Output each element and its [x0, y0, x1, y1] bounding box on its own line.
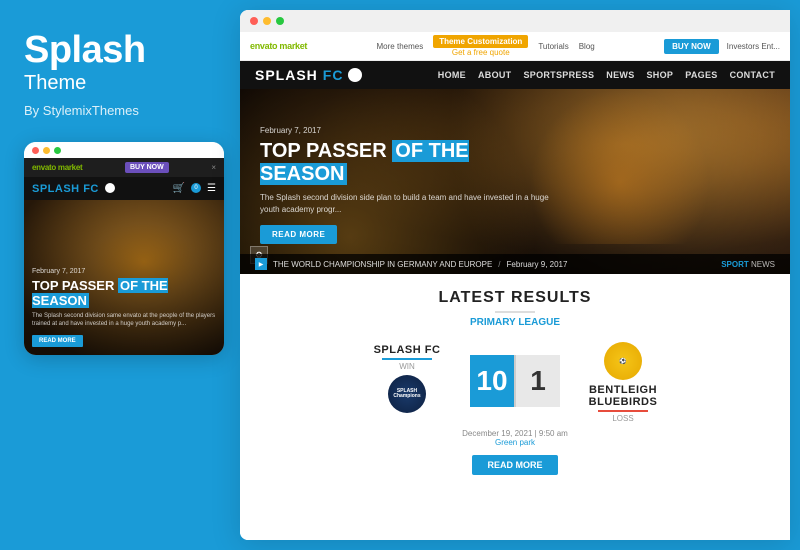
mobile-mockup: envato market BUY NOW × SPLASH FC 🛒 0 ☰ …: [24, 142, 224, 355]
desktop-logo: SPLASH FC: [255, 67, 362, 83]
score-box: 10 1: [470, 355, 560, 407]
results-read-more-button[interactable]: READ MORE: [472, 455, 557, 475]
hero-bottom-date: February 9, 2017: [507, 260, 568, 269]
desktop-hero: February 7, 2017 TOP PASSER OF THE SEASO…: [240, 89, 790, 274]
hero-read-more-button[interactable]: READ MORE: [260, 225, 337, 244]
latest-results-divider: [495, 311, 535, 313]
mobile-cart-icon[interactable]: 🛒: [173, 183, 185, 194]
team-left-logo: SPLASHChampions: [388, 375, 426, 413]
theme-customization-button[interactable]: Theme Customization: [433, 35, 528, 48]
team-left-name: SPLASH FC: [374, 344, 441, 356]
team-right-logo: ⚽: [604, 342, 642, 380]
team-left: SPLASH FC WIN SPLASHChampions: [352, 344, 462, 417]
blog-link[interactable]: Blog: [579, 42, 595, 51]
mobile-cart-count: 0: [191, 183, 201, 193]
nav-about[interactable]: ABOUT: [478, 70, 512, 80]
hero-sport-tag: SPORT: [721, 260, 749, 269]
hero-content: February 7, 2017 TOP PASSER OF THE SEASO…: [260, 126, 560, 244]
hero-news-tag: NEWS: [751, 260, 775, 269]
match-info: December 19, 2021 | 9:50 am Green park: [260, 429, 770, 447]
mobile-header: SPLASH FC 🛒 0 ☰: [24, 177, 224, 200]
desktop-header: SPLASH FC HOME ABOUT SPORTSPRESS NEWS SH…: [240, 61, 790, 89]
hero-bottom-icon: ▶: [255, 258, 267, 270]
mobile-read-more-button[interactable]: READ MORE: [32, 335, 83, 347]
theme-title: Splash Theme By StylemixThemes: [24, 30, 220, 136]
team-right-status: LOSS: [598, 410, 648, 423]
desktop-buy-now-button[interactable]: BUY NOW: [664, 39, 719, 54]
mobile-dot-yellow: [43, 147, 50, 154]
hero-date: February 7, 2017: [260, 126, 560, 135]
nav-home[interactable]: HOME: [438, 70, 466, 80]
mobile-envato-logo: envato market: [32, 163, 82, 172]
desktop-envato-bar: envato market More themes Theme Customiz…: [240, 32, 790, 61]
hero-bottom-bar: ▶ THE WORLD CHAMPIONSHIP IN GERMANY AND …: [240, 254, 790, 274]
desktop-nav: HOME ABOUT SPORTSPRESS NEWS SHOP PAGES C…: [438, 70, 775, 80]
hero-bottom-text: THE WORLD CHAMPIONSHIP IN GERMANY AND EU…: [273, 260, 492, 269]
desktop-dot-red: [250, 17, 258, 25]
nav-sportspress[interactable]: SPORTSPRESS: [523, 70, 594, 80]
mobile-envato-bar: envato market BUY NOW ×: [24, 158, 224, 177]
score-left: 10: [470, 355, 514, 407]
mobile-top-bar: [24, 142, 224, 158]
latest-results-title: LATEST RESULTS: [260, 289, 770, 307]
team-right: ⚽ BENTLEIGH BLUEBIRDS LOSS: [568, 338, 678, 423]
primary-league-label: Primary League: [260, 317, 770, 328]
team-left-status: WIN: [382, 358, 432, 371]
desktop-envato-logo: envato market: [250, 41, 307, 51]
mobile-hero-description: The Splash second division same envato a…: [32, 312, 216, 329]
left-panel: Splash Theme By StylemixThemes envato ma…: [0, 0, 240, 550]
envato-bar-extra: Investors Ent...: [727, 42, 780, 51]
theme-customization-sub: Get a free quote: [452, 48, 510, 57]
tutorials-link[interactable]: Tutorials: [538, 42, 568, 51]
mobile-hero-headline: TOP PASSER OF THE SEASON: [32, 278, 216, 309]
desktop-dot-green: [276, 17, 284, 25]
mobile-soccer-ball-icon: [105, 183, 115, 193]
nav-contact[interactable]: CONTACT: [730, 70, 775, 80]
nav-shop[interactable]: SHOP: [647, 70, 674, 80]
hero-title: TOP PASSER OF THE SEASON: [260, 140, 560, 186]
nav-pages[interactable]: PAGES: [685, 70, 717, 80]
match-venue: Green park: [260, 438, 770, 447]
match-row: SPLASH FC WIN SPLASHChampions 10 1 ⚽ BEN…: [260, 338, 770, 423]
desktop-top-bar: [240, 10, 790, 32]
score-right: 1: [516, 355, 560, 407]
mobile-dot-green: [54, 147, 61, 154]
mobile-hero-date: February 7, 2017: [32, 268, 216, 275]
hero-description: The Splash second division side plan to …: [260, 192, 560, 216]
right-panel: envato market More themes Theme Customiz…: [240, 10, 790, 540]
mobile-close-icon[interactable]: ×: [211, 163, 216, 172]
desktop-dot-yellow: [263, 17, 271, 25]
latest-results: LATEST RESULTS Primary League SPLASH FC …: [240, 274, 790, 540]
mobile-hero-image: February 7, 2017 TOP PASSER OF THE SEASO…: [24, 200, 224, 355]
mobile-hero: February 7, 2017 TOP PASSER OF THE SEASO…: [24, 200, 224, 355]
more-themes-link[interactable]: More themes: [377, 42, 424, 51]
nav-news[interactable]: NEWS: [606, 70, 634, 80]
mobile-buy-now-button[interactable]: BUY NOW: [125, 162, 169, 173]
mobile-menu-icon[interactable]: ☰: [207, 183, 216, 194]
desktop-soccer-icon: [348, 68, 362, 82]
mobile-logo: SPLASH FC: [32, 182, 115, 195]
team-right-name: BENTLEIGH BLUEBIRDS: [568, 384, 678, 408]
mobile-dot-red: [32, 147, 39, 154]
mobile-nav-icons: 🛒 0 ☰: [173, 183, 216, 194]
match-date: December 19, 2021 | 9:50 am: [260, 429, 770, 438]
